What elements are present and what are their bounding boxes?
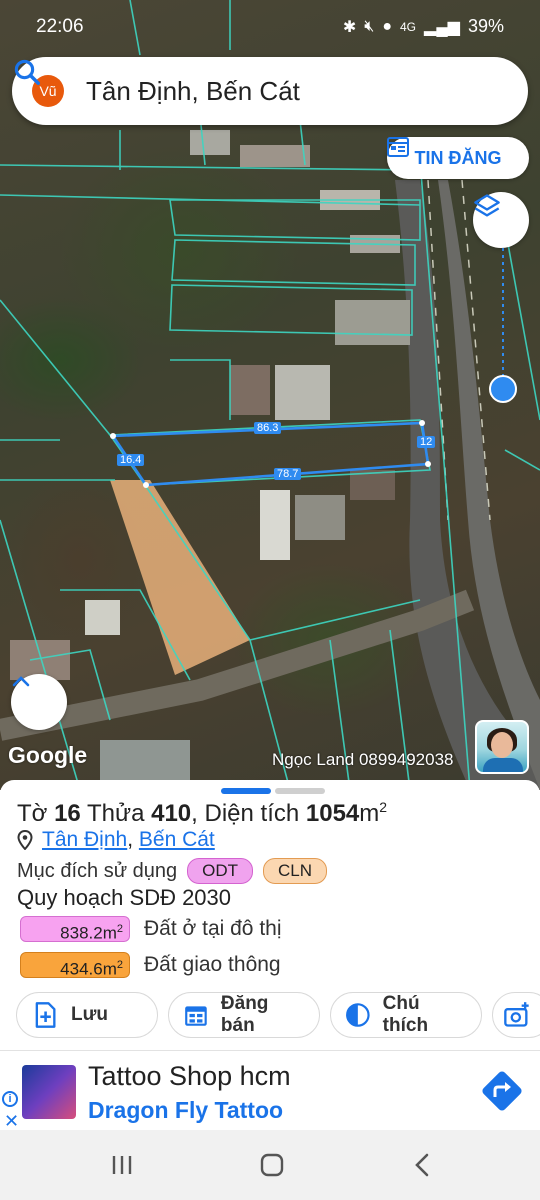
ad-subtitle[interactable]: Dragon Fly Tattoo <box>88 1097 283 1124</box>
bluetooth-icon: ✱ <box>342 18 357 36</box>
parcel-number: 410 <box>151 800 192 827</box>
signal-icon: ▂▄▆ <box>424 18 460 36</box>
status-bar: 22:06 ✱ 🔇︎ ● 4G ▂▄▆ 39% <box>0 0 540 52</box>
recent-apps-icon[interactable] <box>107 1150 137 1180</box>
battery-level: 39% <box>467 16 504 36</box>
ward-link[interactable]: Tân Định <box>42 828 127 852</box>
camera-button[interactable] <box>492 992 540 1038</box>
ad-info-icon[interactable]: i <box>2 1091 18 1107</box>
area-row-residential: 838.2m2 Đất ở tại đô thị <box>20 916 282 943</box>
area-row-transport: 434.6m2 Đất giao thông <box>20 952 281 979</box>
system-nav-bar <box>0 1130 540 1200</box>
legend-button[interactable]: Chú thích <box>330 992 482 1038</box>
measure-label-bottom: 78.7 <box>274 468 302 480</box>
parcel-prefix: Thửa <box>87 800 145 827</box>
ad-thumbnail[interactable] <box>22 1065 76 1119</box>
back-icon[interactable] <box>408 1150 438 1180</box>
area-value: 1054 <box>305 800 360 827</box>
search-bar[interactable]: Vũ Tân Định, Bến Cát <box>12 57 528 125</box>
post-sale-label: Đăng bán <box>220 993 269 1036</box>
contrast-icon <box>346 1003 370 1027</box>
sheet-number: 16 <box>54 800 81 827</box>
google-logo: Google <box>8 742 88 768</box>
sheet-handle[interactable] <box>221 788 325 794</box>
area-prefix: , Diện tích <box>191 800 300 827</box>
chevron-up-icon <box>12 676 30 687</box>
expand-up-button[interactable] <box>11 674 67 730</box>
ad-close-icon[interactable]: ✕ <box>4 1111 19 1132</box>
listing-icon <box>387 137 409 157</box>
add-photo-icon <box>504 1002 529 1027</box>
location-line: Tân Định, Bến Cát <box>17 828 215 852</box>
measure-label-right: 12 <box>417 436 436 448</box>
measure-label-top: 86.3 <box>254 422 282 434</box>
mute-icon: 🔇︎ <box>364 17 375 35</box>
sheet-prefix: Tờ <box>17 800 48 827</box>
purpose-tag-odt[interactable]: ODT <box>187 858 254 884</box>
area-label-transport: Đất giao thông <box>144 953 281 976</box>
map-pin-icon <box>17 830 33 850</box>
directions-icon[interactable] <box>478 1067 526 1115</box>
area-value-transport: 434.6m2 <box>20 952 130 979</box>
map-view[interactable]: 86.3 12 16.4 78.7 22:06 ✱ 🔇︎ ● 4G ▂▄▆ 39… <box>0 0 540 790</box>
current-location-dot <box>489 375 517 403</box>
calendar-icon <box>185 1006 207 1026</box>
network-type: 4G <box>400 19 417 34</box>
ad-title[interactable]: Tattoo Shop hcm <box>88 1061 291 1092</box>
status-time: 22:06 <box>36 16 84 37</box>
measure-label-left: 16.4 <box>117 454 145 466</box>
parcel-info-sheet: Tờ 16 Thửa 410, Diện tích 1054m2 Tân Địn… <box>0 780 540 1050</box>
area-label-residential: Đất ở tại đô thị <box>144 917 282 940</box>
land-use-purpose: Mục đích sử dụng ODT CLN <box>17 858 328 884</box>
search-icon[interactable] <box>12 57 42 87</box>
layers-icon <box>474 194 500 217</box>
action-buttons: Lưu Đăng bán Chú thích <box>16 992 540 1038</box>
status-icons: ✱ 🔇︎ ● 4G ▂▄▆ 39% <box>343 16 504 37</box>
map-watermark: Ngọc Land 0899492038 <box>272 750 454 769</box>
legend-label: Chú thích <box>382 993 429 1036</box>
home-icon[interactable] <box>257 1150 287 1180</box>
ad-banner[interactable]: i ✕ Tattoo Shop hcm Dragon Fly Tattoo <box>0 1050 540 1132</box>
agent-avatar[interactable] <box>475 720 529 774</box>
purpose-label: Mục đích sử dụng <box>17 859 178 882</box>
district-link[interactable]: Bến Cát <box>139 828 215 852</box>
post-sale-button[interactable]: Đăng bán <box>168 992 320 1038</box>
area-unit: m <box>359 800 380 827</box>
add-file-icon <box>35 1002 56 1028</box>
purpose-tag-cln[interactable]: CLN <box>263 858 328 884</box>
location-icon: ● <box>382 17 392 35</box>
tin-dang-label: TIN ĐĂNG <box>414 147 502 168</box>
area-value-residential: 838.2m2 <box>20 916 130 943</box>
parcel-summary: Tờ 16 Thửa 410, Diện tích 1054m2 <box>17 799 387 828</box>
save-label: Lưu <box>71 1004 108 1025</box>
layers-button[interactable] <box>473 192 529 248</box>
save-button[interactable]: Lưu <box>16 992 158 1038</box>
search-title[interactable]: Tân Định, Bến Cát <box>86 76 528 107</box>
area-unit-sup: 2 <box>379 799 388 815</box>
tin-dang-button[interactable]: TIN ĐĂNG <box>387 137 529 179</box>
planning-heading: Quy hoạch SDĐ 2030 <box>17 885 232 910</box>
